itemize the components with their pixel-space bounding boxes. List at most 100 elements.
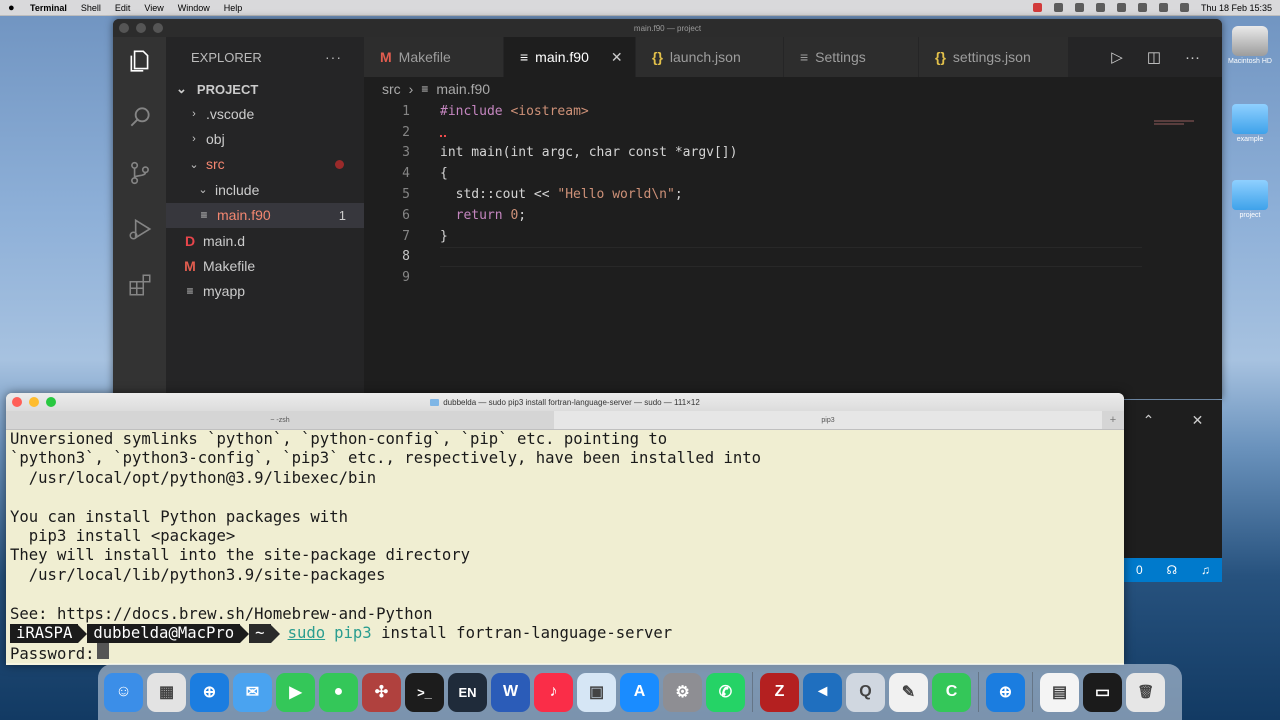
tree-item-myapp[interactable]: ≡ myapp [166, 279, 364, 304]
tab-settings-json[interactable]: {} settings.json [919, 37, 1069, 77]
menu-shell[interactable]: Shell [81, 3, 101, 13]
minimap[interactable] [1142, 119, 1222, 149]
minimize-window-button[interactable] [29, 397, 39, 407]
tab-label: Settings [815, 49, 866, 65]
launchpad-icon[interactable]: ▦ [147, 672, 186, 712]
textedit-icon[interactable]: ✎ [889, 672, 928, 712]
archive-icon[interactable]: ▤ [1040, 672, 1079, 712]
clock[interactable]: Thu 18 Feb 15:35 [1201, 3, 1272, 13]
display-icon[interactable]: ▭ [1083, 672, 1122, 712]
settings-icon[interactable] [1095, 3, 1105, 12]
explorer-activity[interactable] [126, 47, 154, 75]
terminal-output[interactable]: Unversioned symlinks `python`, `python-c… [6, 430, 1124, 663]
menu-edit[interactable]: Edit [115, 3, 131, 13]
chess-icon[interactable]: ✣ [362, 672, 401, 712]
menu-window[interactable]: Window [178, 3, 210, 13]
apple-menu-icon[interactable]: ● [8, 2, 30, 14]
terminal-window-title: dubbelda — sudo pip3 install fortran-lan… [443, 397, 700, 407]
close-tab-icon[interactable]: ✕ [611, 49, 623, 66]
tab-settings[interactable]: ≡ Settings [784, 37, 919, 77]
tree-item-include[interactable]: ⌄ include [166, 177, 364, 202]
split-editor-icon[interactable]: ◫ [1147, 48, 1161, 66]
zoom-window-button[interactable] [153, 23, 163, 33]
numbers-icon[interactable]: C [932, 672, 971, 712]
menu-view[interactable]: View [144, 3, 163, 13]
tree-item-src[interactable]: ⌄ src [166, 152, 364, 177]
screen-icon[interactable] [1053, 3, 1063, 12]
search-icon[interactable] [1158, 3, 1168, 12]
output-line: pip3 install <package> [10, 526, 236, 545]
app-store-icon[interactable]: A [620, 672, 659, 712]
tree-item-label: obj [206, 131, 225, 148]
vscode-statusbar: 0 ☊ ♫ [1124, 558, 1222, 582]
word-icon[interactable]: W [491, 672, 530, 712]
more-actions-icon[interactable]: ··· [1185, 49, 1200, 66]
chevron-up-icon[interactable]: ⌃ [1143, 412, 1155, 429]
code-line: 4 { [364, 163, 1222, 184]
wifi-icon[interactable] [1137, 3, 1147, 12]
code-editor[interactable]: 1 #include <iostream> 2 3 int main(int a… [364, 101, 1222, 288]
desktop-icon-disk[interactable]: Macintosh HD [1220, 26, 1280, 65]
tab-main-f90[interactable]: ≡ main.f90 ✕ [504, 37, 636, 77]
search-activity[interactable] [126, 103, 154, 131]
run-debug-activity[interactable] [126, 215, 154, 243]
zoom-window-button[interactable] [46, 397, 56, 407]
preview-icon[interactable]: ▣ [577, 672, 616, 712]
problem-dot-icon [335, 159, 344, 169]
trash-icon[interactable]: 🗑 [1126, 672, 1165, 712]
close-panel-icon[interactable]: ✕ [1192, 412, 1204, 429]
dropbox-icon[interactable] [1074, 3, 1084, 12]
notifications-bell-icon[interactable]: ♫ [1201, 563, 1210, 577]
music-icon[interactable]: ♪ [534, 672, 573, 712]
project-section[interactable]: ⌄ PROJECT [166, 77, 364, 101]
run-debug-icon [128, 218, 151, 240]
extensions-activity[interactable] [126, 271, 154, 299]
desktop-icon-example[interactable]: example [1220, 104, 1280, 143]
breadcrumb-file[interactable]: main.f90 [436, 81, 490, 97]
quicktime-icon[interactable]: Q [846, 672, 885, 712]
tree-item-obj[interactable]: › obj [166, 126, 364, 151]
editor-tabs: M Makefile ≡ main.f90 ✕ {} launch.json ≡… [364, 37, 1222, 77]
dictionary-icon[interactable]: EN [448, 672, 487, 712]
breadcrumb-folder[interactable]: src [382, 81, 401, 97]
chevron-right-icon: › [192, 133, 196, 146]
chevron-down-icon: ⌄ [198, 184, 208, 197]
terminal-tab-pip3[interactable]: pip3 [554, 411, 1102, 429]
tab-makefile[interactable]: M Makefile [364, 37, 504, 77]
facetime-icon[interactable]: ▶ [276, 672, 315, 712]
tree-item-vscode[interactable]: › .vscode [166, 101, 364, 126]
vscode-icon[interactable]: ◄ [803, 672, 842, 712]
filezilla-icon[interactable]: Z [760, 672, 799, 712]
tree-item-makefile[interactable]: M Makefile [166, 253, 364, 278]
safari-icon[interactable]: ⊕ [190, 672, 229, 712]
run-icon[interactable]: ▷ [1111, 48, 1123, 66]
record-icon[interactable] [1032, 3, 1042, 12]
close-window-button[interactable] [12, 397, 22, 407]
close-window-button[interactable] [119, 23, 129, 33]
line-number: 9 [402, 270, 410, 286]
system-preferences-icon[interactable]: ⚙ [663, 672, 702, 712]
tab-launch-json[interactable]: {} launch.json [636, 37, 784, 77]
new-tab-icon[interactable]: + [1102, 411, 1124, 429]
feedback-icon[interactable]: ☊ [1167, 563, 1178, 577]
control-center-icon[interactable] [1179, 3, 1189, 12]
messages-icon[interactable]: ● [319, 672, 358, 712]
dock-separator [752, 672, 753, 712]
bluetooth-icon[interactable] [1116, 3, 1126, 12]
folder-icon [430, 398, 440, 406]
finder-icon[interactable]: ☺ [104, 672, 143, 712]
terminal-tab-zsh[interactable]: ~ -zsh [6, 411, 554, 429]
desktop-icon-project[interactable]: project [1220, 180, 1280, 219]
more-actions-icon[interactable]: ··· [325, 49, 342, 65]
menu-help[interactable]: Help [224, 3, 243, 13]
tree-item-main-f90[interactable]: ≡ main.f90 1 [166, 202, 364, 228]
source-control-activity[interactable] [126, 159, 154, 187]
terminal-icon[interactable]: >_ [405, 672, 444, 712]
whatsapp-icon[interactable]: ✆ [706, 672, 745, 712]
minimize-window-button[interactable] [136, 23, 146, 33]
safari-download-icon[interactable]: ⊕ [986, 672, 1025, 712]
tree-item-main-d[interactable]: D main.d [166, 228, 364, 253]
menu-app-name[interactable]: Terminal [30, 3, 67, 13]
tab-label: ~ -zsh [270, 416, 290, 424]
mail-icon[interactable]: ✉ [233, 672, 272, 712]
